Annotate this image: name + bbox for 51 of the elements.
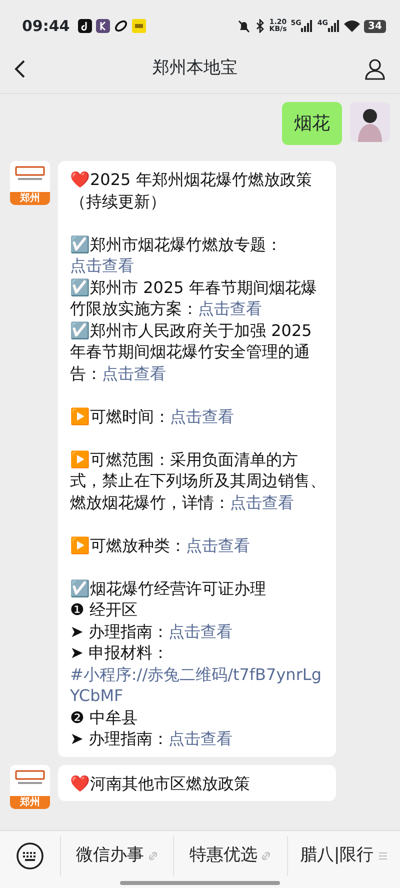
message-text: ❶ 经开区 bbox=[70, 599, 138, 620]
link[interactable]: 点击查看 bbox=[170, 406, 234, 426]
link[interactable]: 点击查看 bbox=[198, 299, 262, 318]
keyboard-button[interactable] bbox=[16, 842, 44, 870]
message-text: ☑郑州市人民政府关于加强 2025 年春节期间烟花爆竹安全管理的通告：点击查看 bbox=[70, 320, 313, 384]
person-icon bbox=[364, 58, 386, 80]
link[interactable]: 点击查看 bbox=[70, 256, 134, 275]
link-icon bbox=[261, 851, 272, 861]
link[interactable]: 点击查看 bbox=[168, 729, 232, 748]
link-icon bbox=[148, 851, 158, 861]
message-text: ▶可燃时间：点击查看 bbox=[70, 406, 235, 427]
signal-icon bbox=[328, 20, 340, 32]
keyboard-icon bbox=[16, 842, 44, 870]
k-app-icon bbox=[96, 19, 110, 33]
menu-icon bbox=[378, 851, 388, 861]
message-text: ▶可燃放种类：点击查看 bbox=[70, 534, 251, 556]
back-icon bbox=[14, 59, 26, 80]
link[interactable]: 点击查看 bbox=[186, 536, 250, 554]
message-text: ☑郑州市烟花爆竹燃放专题： 点击查看 bbox=[70, 234, 283, 276]
avatar-label: 郑州 bbox=[10, 796, 50, 808]
battery-level: 34 bbox=[364, 20, 386, 32]
link[interactable]: #小程序://赤兔二维码/t7fB7ynrLgYCbMF bbox=[70, 664, 326, 706]
link[interactable]: 点击查看 bbox=[102, 364, 166, 382]
avatar-label: 郑州 bbox=[10, 192, 50, 205]
link[interactable]: 点击查看 bbox=[230, 492, 294, 512]
message-text: ▶可燃范围：采用负面清单的方式，禁止在下列场所及其周边销售、燃放烟花爆竹，详情：点击查看 bbox=[70, 448, 326, 513]
menu-tab[interactable]: 腊八|限行 bbox=[286, 836, 400, 876]
wifi-icon bbox=[344, 20, 360, 32]
message-text: ☑烟花爆竹经营许可证办理 bbox=[70, 578, 267, 599]
message-text: ❷ 中牟县 bbox=[70, 706, 138, 728]
message-text: ❤河南其他市区燃放政策 bbox=[70, 772, 251, 794]
app-icon bbox=[132, 19, 146, 33]
signal-icon bbox=[301, 20, 314, 32]
message-text: ➤ 办理指南：点击查看 bbox=[70, 728, 234, 750]
message-bubble: 烟花 bbox=[282, 102, 342, 145]
avatar bbox=[350, 102, 390, 142]
muted-bell-icon bbox=[237, 19, 252, 33]
menu-tab[interactable]: 微信办事 bbox=[60, 836, 174, 876]
message-text: ☑郑州市 2025 年春节期间烟花爆竹限放实施方案：点击查看 bbox=[70, 276, 318, 320]
message-text: ➤ 申报材料： #小程序://赤兔二维码/t7fB7ynrLgYCbMF bbox=[70, 642, 326, 706]
music-app-icon bbox=[78, 19, 92, 33]
link[interactable]: 点击查看 bbox=[168, 622, 232, 640]
clock-time: 09:44 bbox=[22, 16, 70, 37]
profile-button[interactable] bbox=[364, 56, 386, 80]
bluetooth-icon bbox=[255, 19, 266, 33]
chat-title: 郑州本地宝 bbox=[152, 56, 238, 80]
message-text: ❤2025 年郑州烟花爆竹燃放政策（持续更新） bbox=[70, 169, 313, 212]
account-avatar[interactable]: 郑州 bbox=[10, 161, 50, 205]
message-text: ➤ 办理指南：点击查看 bbox=[70, 620, 234, 642]
account-avatar[interactable]: 郑州 bbox=[10, 764, 50, 808]
menu-tab[interactable]: 特惠优选 bbox=[173, 836, 287, 876]
